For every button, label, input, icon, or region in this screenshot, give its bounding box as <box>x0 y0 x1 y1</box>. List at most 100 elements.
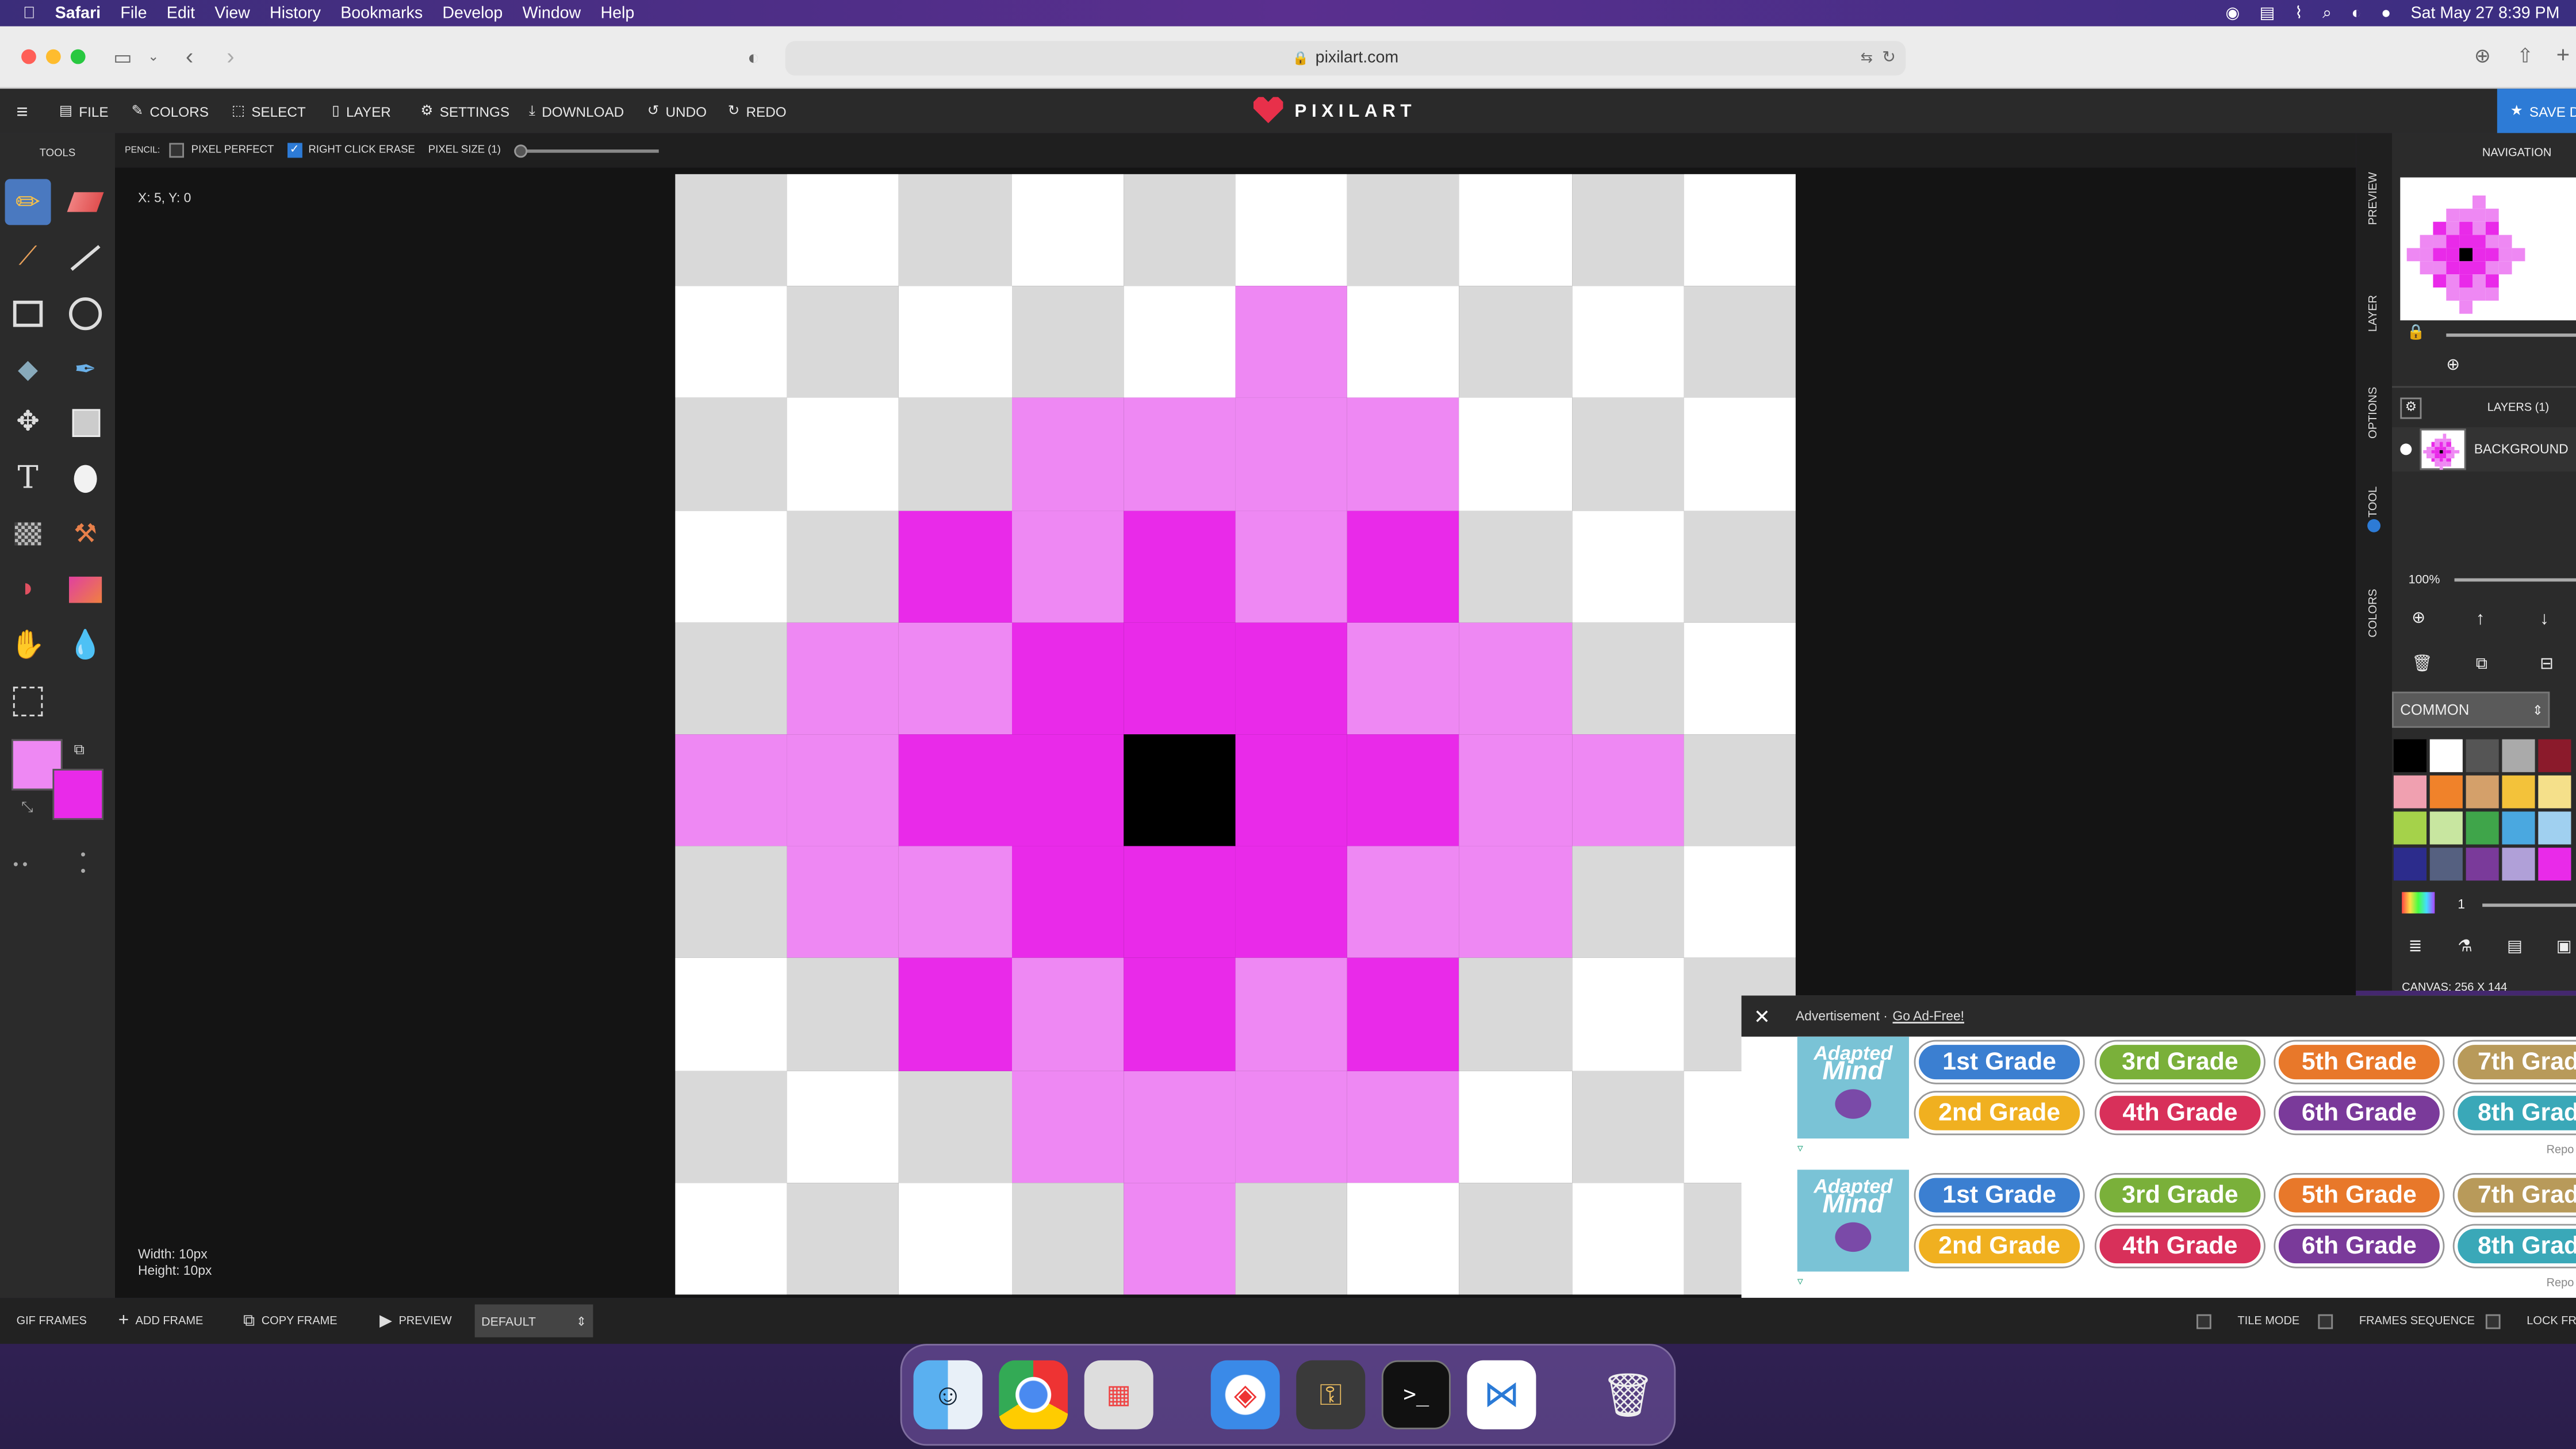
menu-view[interactable]: View <box>214 4 250 22</box>
grade-button[interactable]: 3rd Grade <box>2096 1174 2264 1216</box>
menu-bookmarks[interactable]: Bookmarks <box>340 4 423 22</box>
reload-icon[interactable]: ↻ <box>1882 49 1896 67</box>
forward-icon[interactable]: › <box>227 44 234 67</box>
canvas-pixel[interactable] <box>675 510 788 623</box>
move-layer-up-icon[interactable]: ↑ <box>2476 610 2485 629</box>
canvas-pixel[interactable] <box>1571 398 1684 511</box>
canvas-pixel[interactable] <box>1123 1182 1236 1295</box>
menu-window[interactable]: Window <box>523 4 581 22</box>
canvas-pixel[interactable] <box>1123 958 1236 1071</box>
canvas-pixel[interactable] <box>1123 286 1236 398</box>
frames-sequence-toggle[interactable]: FRAMES SEQUENCE <box>2318 1298 2475 1344</box>
palette-swatch[interactable] <box>2502 775 2535 808</box>
pattern-tool[interactable] <box>5 511 51 557</box>
canvas-pixel[interactable] <box>787 1182 899 1295</box>
chrome-icon[interactable] <box>999 1360 1068 1429</box>
grade-button[interactable]: 4th Grade <box>2096 1225 2264 1267</box>
palette-swatch[interactable] <box>2429 739 2463 772</box>
undo-button[interactable]: ↺ UNDO <box>647 89 707 133</box>
canvas-pixel[interactable] <box>1011 174 1124 286</box>
canvas-pixel[interactable] <box>1347 1182 1460 1295</box>
right-click-erase-checkbox[interactable]: ✓ <box>287 143 302 158</box>
grade-button[interactable]: 1st Grade <box>1915 1174 2083 1216</box>
canvas-pixel[interactable] <box>1683 846 1796 959</box>
eraser-tool[interactable] <box>63 179 109 225</box>
palette-swatch[interactable] <box>2429 848 2463 881</box>
canvas-pixel[interactable] <box>787 510 899 623</box>
tile-mode-toggle[interactable]: TILE MODE <box>2196 1298 2299 1344</box>
canvas-pixel[interactable] <box>1011 846 1124 959</box>
pixel-size-slider[interactable] <box>513 144 659 157</box>
canvas-pixel[interactable] <box>675 958 788 1071</box>
crop-tool[interactable] <box>5 678 51 724</box>
palette-swatch[interactable] <box>2466 848 2499 881</box>
siri-icon[interactable]: ● <box>2381 4 2391 22</box>
tab-options[interactable]: OPTIONS <box>2356 363 2392 461</box>
menu-history[interactable]: History <box>270 4 321 22</box>
hand-tool[interactable]: ✋ <box>5 623 51 669</box>
canvas-pixel[interactable] <box>1571 958 1684 1071</box>
canvas-pixel[interactable] <box>1571 510 1684 623</box>
gradient-tool[interactable] <box>63 567 109 613</box>
adchoices-icon[interactable]: ▿ <box>1797 1142 1803 1155</box>
ad-report-link[interactable]: Repo <box>2547 1278 2574 1290</box>
save-button[interactable]: ★ SAVE D <box>2497 89 2576 133</box>
preview-button[interactable]: ▶ PREVIEW <box>379 1298 452 1344</box>
palette-select[interactable]: COMMON ⇕ <box>2392 691 2550 728</box>
canvas-pixel[interactable] <box>1571 846 1684 959</box>
ad-report-link[interactable]: Repo <box>2547 1145 2574 1156</box>
shade-tool[interactable]: ◗ <box>5 567 51 613</box>
drawing-canvas[interactable] <box>675 174 1796 1295</box>
dither-tool[interactable] <box>63 455 109 501</box>
canvas-pixel[interactable] <box>1235 734 1348 846</box>
palette-swatch[interactable] <box>2538 811 2571 845</box>
canvas-pixel[interactable] <box>1235 846 1348 959</box>
finder-icon[interactable]: ☺ <box>913 1360 983 1429</box>
menu-edit[interactable]: Edit <box>167 4 195 22</box>
palette-swatch[interactable] <box>2538 739 2571 772</box>
menu-app-name[interactable]: Safari <box>55 4 101 22</box>
adchoices-icon[interactable]: ▿ <box>1797 1275 1803 1288</box>
safari-icon[interactable]: ◈ <box>1210 1360 1280 1429</box>
grade-button[interactable]: 8th Grad <box>2454 1092 2576 1134</box>
canvas-pixel[interactable] <box>787 958 899 1071</box>
launchpad-icon[interactable]: ▦ <box>1084 1360 1153 1429</box>
canvas-pixel[interactable] <box>1123 174 1236 286</box>
wifi-icon[interactable]: ⌇ <box>2295 4 2303 22</box>
merge-layer-icon[interactable]: ⊟ <box>2540 656 2554 673</box>
canvas-pixel[interactable] <box>899 1182 1011 1295</box>
more-tools-icon[interactable]: • • <box>13 856 28 873</box>
canvas-pixel[interactable] <box>1459 622 1572 735</box>
canvas-pixel[interactable] <box>899 734 1011 846</box>
canvas-pixel[interactable] <box>1011 1070 1124 1183</box>
rectangle-tool[interactable] <box>5 291 51 337</box>
ad-banner[interactable]: Adapted Mind 1st Grade 3rd Grade 5th Grad… <box>1797 1036 2576 1156</box>
layer-settings-icon[interactable]: ⚙ <box>2400 397 2422 419</box>
canvas-pixel[interactable] <box>899 622 1011 735</box>
control-center-icon[interactable]: ◉ <box>2225 4 2240 22</box>
grade-button[interactable]: 2nd Grade <box>1915 1092 2083 1134</box>
canvas-pixel[interactable] <box>675 846 788 959</box>
shield-icon[interactable]: ◐ <box>747 48 760 67</box>
layer-menu-button[interactable]: ▯ LAYER <box>332 89 391 133</box>
canvas-pixel[interactable] <box>1683 622 1796 735</box>
canvas-pixel[interactable] <box>787 174 899 286</box>
grade-button[interactable]: 2nd Grade <box>1915 1225 2083 1267</box>
lock-icon[interactable]: 🔒 <box>2407 324 2425 342</box>
close-ad-button[interactable]: ✕ <box>1741 995 1782 1037</box>
canvas-pixel[interactable] <box>1347 734 1460 846</box>
menu-file[interactable]: File <box>120 4 147 22</box>
terminal-icon[interactable]: >_ <box>1381 1360 1451 1429</box>
canvas-pixel[interactable] <box>899 1070 1011 1183</box>
palette-swatch[interactable] <box>2538 848 2571 881</box>
frames-sequence-checkbox[interactable] <box>2318 1313 2333 1328</box>
canvas-pixel[interactable] <box>675 734 788 846</box>
canvas-pixel[interactable] <box>1011 510 1124 623</box>
brush-tool[interactable]: ⟋ <box>5 235 51 281</box>
palette-swatch[interactable] <box>2393 775 2426 808</box>
palette-swatch[interactable] <box>2502 848 2535 881</box>
hamburger-menu-icon[interactable]: ≡ <box>17 89 28 133</box>
canvas-pixel[interactable] <box>787 286 899 398</box>
keychain-icon[interactable]: ⚿ <box>1296 1360 1366 1429</box>
canvas-pixel[interactable] <box>675 398 788 511</box>
